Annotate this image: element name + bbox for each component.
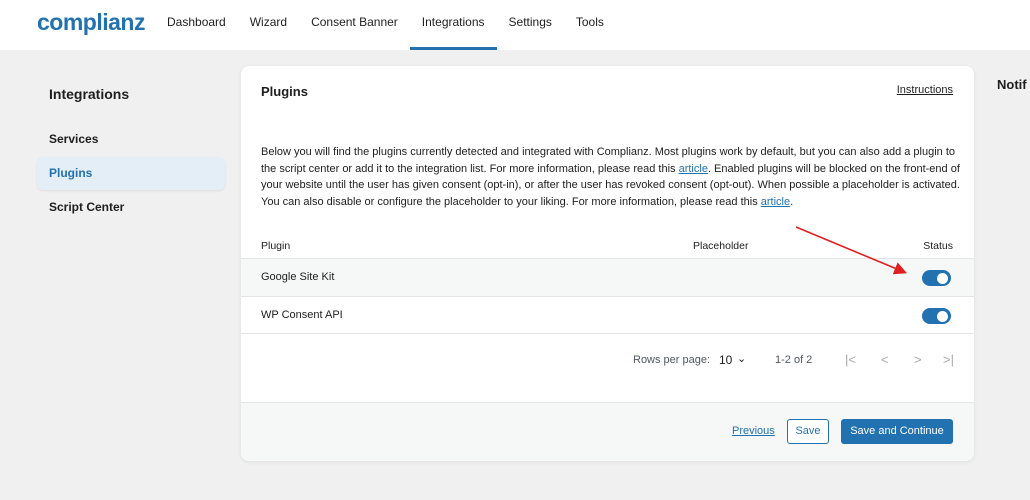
prev-page-icon[interactable]: <	[881, 352, 889, 367]
nav-tools[interactable]: Tools	[564, 0, 616, 50]
card-title: Plugins	[261, 84, 308, 99]
notifications-title: Notif	[997, 77, 1027, 92]
table-header: Plugin Placeholder Status	[241, 236, 974, 258]
card-footer: Previous Save Save and Continue	[241, 402, 974, 461]
page-range: 1-2 of 2	[775, 354, 813, 366]
plugins-description: Below you will find the plugins currentl…	[261, 144, 961, 210]
sidebar-item-services[interactable]: Services	[37, 123, 225, 156]
nav-settings[interactable]: Settings	[497, 0, 564, 50]
toggle-knob	[937, 310, 948, 322]
previous-link[interactable]: Previous	[732, 425, 775, 437]
top-bar: complianz Dashboard Wizard Consent Banne…	[0, 0, 1030, 50]
first-page-icon[interactable]: |<	[845, 352, 856, 367]
sidebar-item-plugins[interactable]: Plugins	[37, 157, 225, 190]
pagination: Rows per page: 10 ⌄ 1-2 of 2 |< < > >|	[241, 351, 974, 375]
table-row: WP Consent API	[241, 296, 974, 334]
column-placeholder: Placeholder	[693, 240, 749, 252]
save-and-continue-button[interactable]: Save and Continue	[841, 419, 953, 444]
column-plugin: Plugin	[261, 240, 291, 252]
toggle-knob	[937, 272, 948, 284]
next-page-icon[interactable]: >	[914, 352, 922, 367]
sidebar-item-script-center[interactable]: Script Center	[37, 191, 225, 224]
instructions-link[interactable]: Instructions	[897, 84, 953, 96]
sidebar-title: Integrations	[49, 86, 130, 102]
status-toggle[interactable]	[922, 308, 951, 324]
plugin-name: Google Site Kit	[261, 271, 335, 283]
nav-wizard[interactable]: Wizard	[238, 0, 299, 50]
nav-integrations[interactable]: Integrations	[409, 0, 497, 50]
last-page-icon[interactable]: >|	[943, 352, 954, 367]
rows-per-page-select[interactable]: 10	[719, 353, 732, 367]
nav-dashboard[interactable]: Dashboard	[155, 0, 238, 50]
column-status: Status	[923, 240, 953, 252]
sidebar: Integrations Services Plugins Script Cen…	[37, 86, 225, 225]
plugin-name: WP Consent API	[261, 309, 343, 321]
plugins-card: Plugins Instructions Below you will find…	[241, 66, 974, 461]
main-nav: Dashboard Wizard Consent Banner Integrat…	[155, 0, 616, 50]
status-toggle[interactable]	[922, 270, 951, 286]
nav-consent-banner[interactable]: Consent Banner	[299, 0, 410, 50]
article-link-1[interactable]: article	[679, 163, 708, 175]
rows-per-page-label: Rows per page:	[633, 354, 711, 366]
chevron-down-icon[interactable]: ⌄	[737, 352, 746, 365]
save-button[interactable]: Save	[787, 419, 829, 444]
description-text: .	[790, 195, 794, 208]
complianz-logo[interactable]: complianz	[37, 9, 145, 36]
article-link-2[interactable]: article	[761, 196, 790, 208]
table-row: Google Site Kit	[241, 258, 974, 296]
